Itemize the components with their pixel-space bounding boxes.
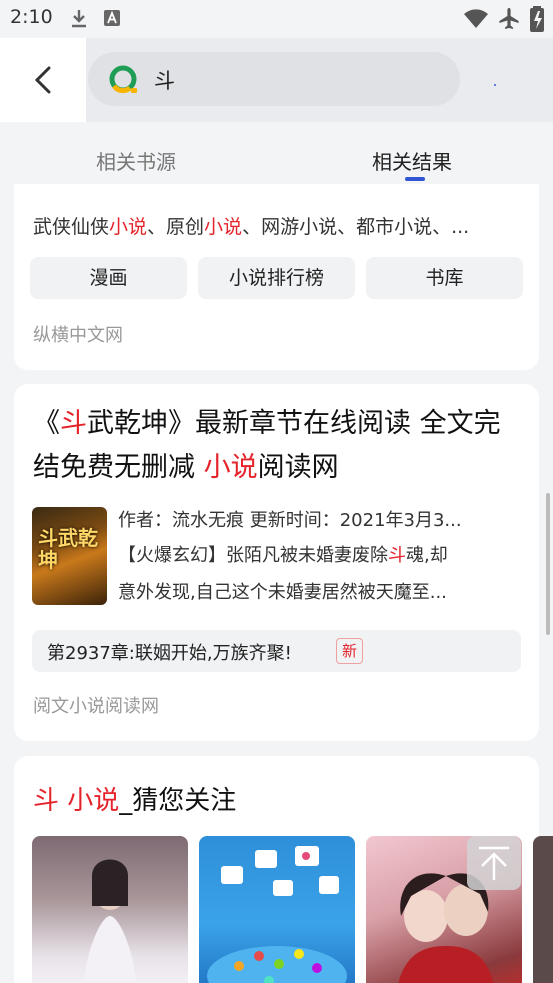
new-badge: 新 xyxy=(336,638,363,664)
social-network-illustration xyxy=(207,846,347,983)
back-button[interactable] xyxy=(0,38,86,122)
loading-dot xyxy=(494,84,496,86)
arrow-up-icon xyxy=(479,846,509,880)
latest-chapter[interactable]: 第2937章:联姻开始,万族齐聚! 新 xyxy=(32,630,521,672)
wifi-icon xyxy=(464,9,488,28)
chip-library[interactable]: 书库 xyxy=(366,257,523,299)
result-card-book[interactable]: 《斗武乾坤》最新章节在线阅读 全文完结免费无删减 小说阅读网 斗武乾坤 作者：流… xyxy=(14,384,539,741)
result-title[interactable]: 《斗武乾坤》最新章节在线阅读 全文完结免费无删减 小说阅读网 xyxy=(33,402,523,490)
active-tab-indicator xyxy=(405,177,425,181)
recommendation-image-2[interactable] xyxy=(199,836,355,983)
book-author-update: 作者：流水无痕 更新时间：2021年3月3... xyxy=(118,510,462,531)
book-cover-title: 斗武乾坤 xyxy=(38,526,98,572)
source-label: 纵横中文网 xyxy=(33,325,123,346)
search-input[interactable]: 斗 xyxy=(88,52,460,106)
recommendation-image-4[interactable] xyxy=(533,836,553,983)
tab-related-results[interactable]: 相关结果 xyxy=(372,146,452,175)
source-label: 阅文小说阅读网 xyxy=(33,696,159,717)
battery-icon xyxy=(530,6,544,32)
latest-chapter-title: 第2937章:联姻开始,万族齐聚! xyxy=(47,643,292,664)
keywords-line: 武侠仙侠小说、原创小说、网游小说、都市小说、... xyxy=(33,216,470,238)
recommendation-card: 斗 小说_猜您关注 xyxy=(14,756,553,983)
back-to-top-button[interactable] xyxy=(467,836,521,890)
recommendation-title[interactable]: 斗 小说_猜您关注 xyxy=(33,780,236,817)
chip-comics[interactable]: 漫画 xyxy=(30,257,187,299)
book-description-line1: 【火爆玄幻】张陌凡被未婚妻废除斗魂,却 xyxy=(118,545,448,566)
search-engine-logo-icon xyxy=(109,65,137,94)
download-icon xyxy=(72,10,86,28)
figure-silhouette xyxy=(83,859,137,983)
back-arrow-icon xyxy=(34,66,51,94)
app-notification-icon xyxy=(104,10,120,26)
scrollbar[interactable] xyxy=(546,493,550,635)
recommendation-image-1[interactable] xyxy=(32,836,188,983)
tab-related-sources[interactable]: 相关书源 xyxy=(96,146,176,175)
book-description-line2: 意外发现,自己这个未婚妻居然被天魔至... xyxy=(118,582,447,603)
search-query-text: 斗 xyxy=(154,69,175,93)
book-cover[interactable]: 斗武乾坤 xyxy=(32,507,107,605)
result-card-zongheng[interactable]: 武侠仙侠小说、原创小说、网游小说、都市小说、... 漫画 小说排行榜 书库 纵横… xyxy=(14,184,539,370)
status-time: 2:10 xyxy=(10,6,53,28)
airplane-mode-icon xyxy=(499,8,519,29)
search-header: 斗 xyxy=(0,38,553,122)
chip-novel-ranking[interactable]: 小说排行榜 xyxy=(198,257,355,299)
status-bar: 2:10 xyxy=(0,0,553,38)
